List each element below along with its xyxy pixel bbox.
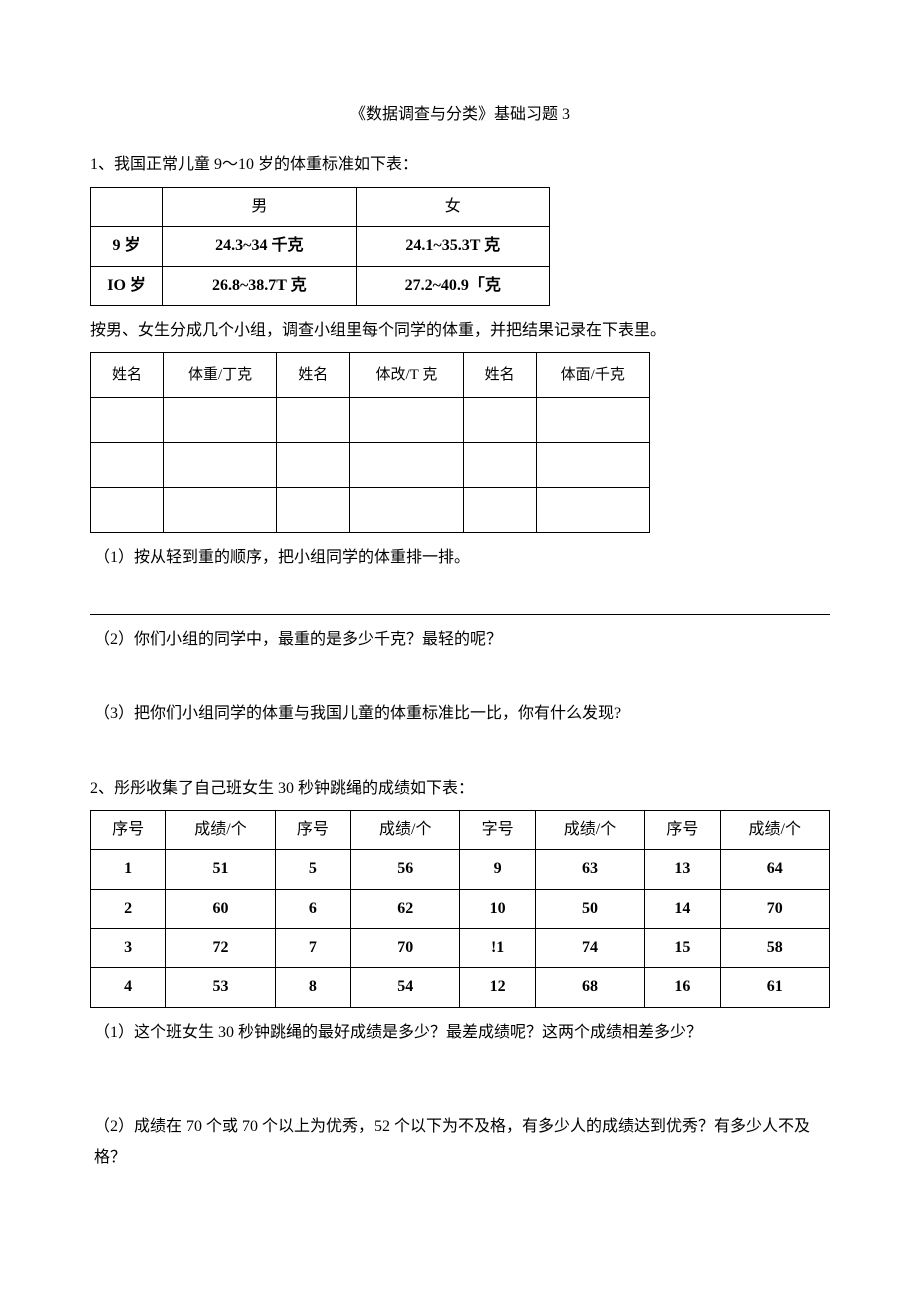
cell: !1 xyxy=(460,929,535,968)
cell: 1 xyxy=(91,850,166,889)
cell: 51 xyxy=(166,850,275,889)
col-name: 姓名 xyxy=(463,353,536,398)
q1-intro: 1、我国正常儿童 9～10 岁的体重标准如下表： xyxy=(90,150,830,180)
answer-line xyxy=(90,614,830,615)
q2-sub2: （2）成绩在 70 个或 70 个以上为优秀，52 个以下为不及格，有多少人的成… xyxy=(90,1112,830,1173)
col-male: 男 xyxy=(163,187,356,226)
q2-sub1: （1）这个班女生 30 秒钟跳绳的最好成绩是多少？最差成绩呢？这两个成绩相差多少… xyxy=(90,1018,830,1048)
cell: 27.2~40.9「克 xyxy=(356,266,549,305)
cell: 4 xyxy=(91,968,166,1007)
col-header: 序号 xyxy=(645,810,720,849)
col-header: 字号 xyxy=(460,810,535,849)
q1-instruction: 按男、女生分成几个小组，调查小组里每个同学的体重，并把结果记录在下表里。 xyxy=(90,316,830,346)
table-row: 3 72 7 70 !1 74 15 58 xyxy=(91,929,830,968)
table-row: 4 53 8 54 12 68 16 61 xyxy=(91,968,830,1007)
cell: 53 xyxy=(166,968,275,1007)
cell: 61 xyxy=(720,968,830,1007)
cell: 12 xyxy=(460,968,535,1007)
col-female: 女 xyxy=(356,187,549,226)
cell: 9 xyxy=(460,850,535,889)
col-header: 成绩/个 xyxy=(535,810,644,849)
cell: 70 xyxy=(351,929,460,968)
cell: 63 xyxy=(535,850,644,889)
cell: 60 xyxy=(166,889,275,928)
col-header: 序号 xyxy=(275,810,350,849)
col-header: 成绩/个 xyxy=(720,810,830,849)
record-table: 姓名 体重/丁克 姓名 体改/T 克 姓名 体面/千克 xyxy=(90,352,650,533)
col-header: 成绩/个 xyxy=(351,810,460,849)
cell: 8 xyxy=(275,968,350,1007)
cell: 58 xyxy=(720,929,830,968)
row-age-9: 9 岁 xyxy=(91,227,163,266)
cell: 2 xyxy=(91,889,166,928)
score-table: 序号 成绩/个 序号 成绩/个 字号 成绩/个 序号 成绩/个 1 51 5 5… xyxy=(90,810,830,1008)
cell: 7 xyxy=(275,929,350,968)
col-header: 序号 xyxy=(91,810,166,849)
col-weight: 体改/T 克 xyxy=(350,353,463,398)
col-weight: 体面/千克 xyxy=(536,353,649,398)
cell: 72 xyxy=(166,929,275,968)
q2-intro: 2、彤彤收集了自己班女生 30 秒钟跳绳的成绩如下表： xyxy=(90,774,830,804)
empty-cell xyxy=(91,187,163,226)
table-header-row: 序号 成绩/个 序号 成绩/个 字号 成绩/个 序号 成绩/个 xyxy=(91,810,830,849)
cell: 54 xyxy=(351,968,460,1007)
col-weight: 体重/丁克 xyxy=(163,353,276,398)
q1-sub2: （2）你们小组的同学中，最重的是多少千克？最轻的呢？ xyxy=(90,625,830,655)
cell: 68 xyxy=(535,968,644,1007)
cell: 15 xyxy=(645,929,720,968)
cell: 3 xyxy=(91,929,166,968)
cell: 62 xyxy=(351,889,460,928)
standard-weight-table: 男 女 9 岁 24.3~34 千克 24.1~35.3T 克 IO 岁 26.… xyxy=(90,187,550,306)
cell: 70 xyxy=(720,889,830,928)
q1-sub3: （3）把你们小组同学的体重与我国儿童的体重标准比一比，你有什么发现? xyxy=(90,699,830,729)
cell: 10 xyxy=(460,889,535,928)
cell: 26.8~38.7T 克 xyxy=(163,266,356,305)
row-age-10: IO 岁 xyxy=(91,266,163,305)
table-row: 1 51 5 56 9 63 13 64 xyxy=(91,850,830,889)
cell: 24.1~35.3T 克 xyxy=(356,227,549,266)
page-title: 《数据调查与分类》基础习题 3 xyxy=(90,100,830,130)
q1-sub1: （1）按从轻到重的顺序，把小组同学的体重排一排。 xyxy=(90,543,830,573)
cell: 6 xyxy=(275,889,350,928)
cell: 14 xyxy=(645,889,720,928)
cell: 24.3~34 千克 xyxy=(163,227,356,266)
cell: 74 xyxy=(535,929,644,968)
col-header: 成绩/个 xyxy=(166,810,275,849)
cell: 50 xyxy=(535,889,644,928)
col-name: 姓名 xyxy=(91,353,164,398)
cell: 13 xyxy=(645,850,720,889)
cell: 64 xyxy=(720,850,830,889)
cell: 56 xyxy=(351,850,460,889)
cell: 16 xyxy=(645,968,720,1007)
cell: 5 xyxy=(275,850,350,889)
table-row: 2 60 6 62 10 50 14 70 xyxy=(91,889,830,928)
col-name: 姓名 xyxy=(277,353,350,398)
